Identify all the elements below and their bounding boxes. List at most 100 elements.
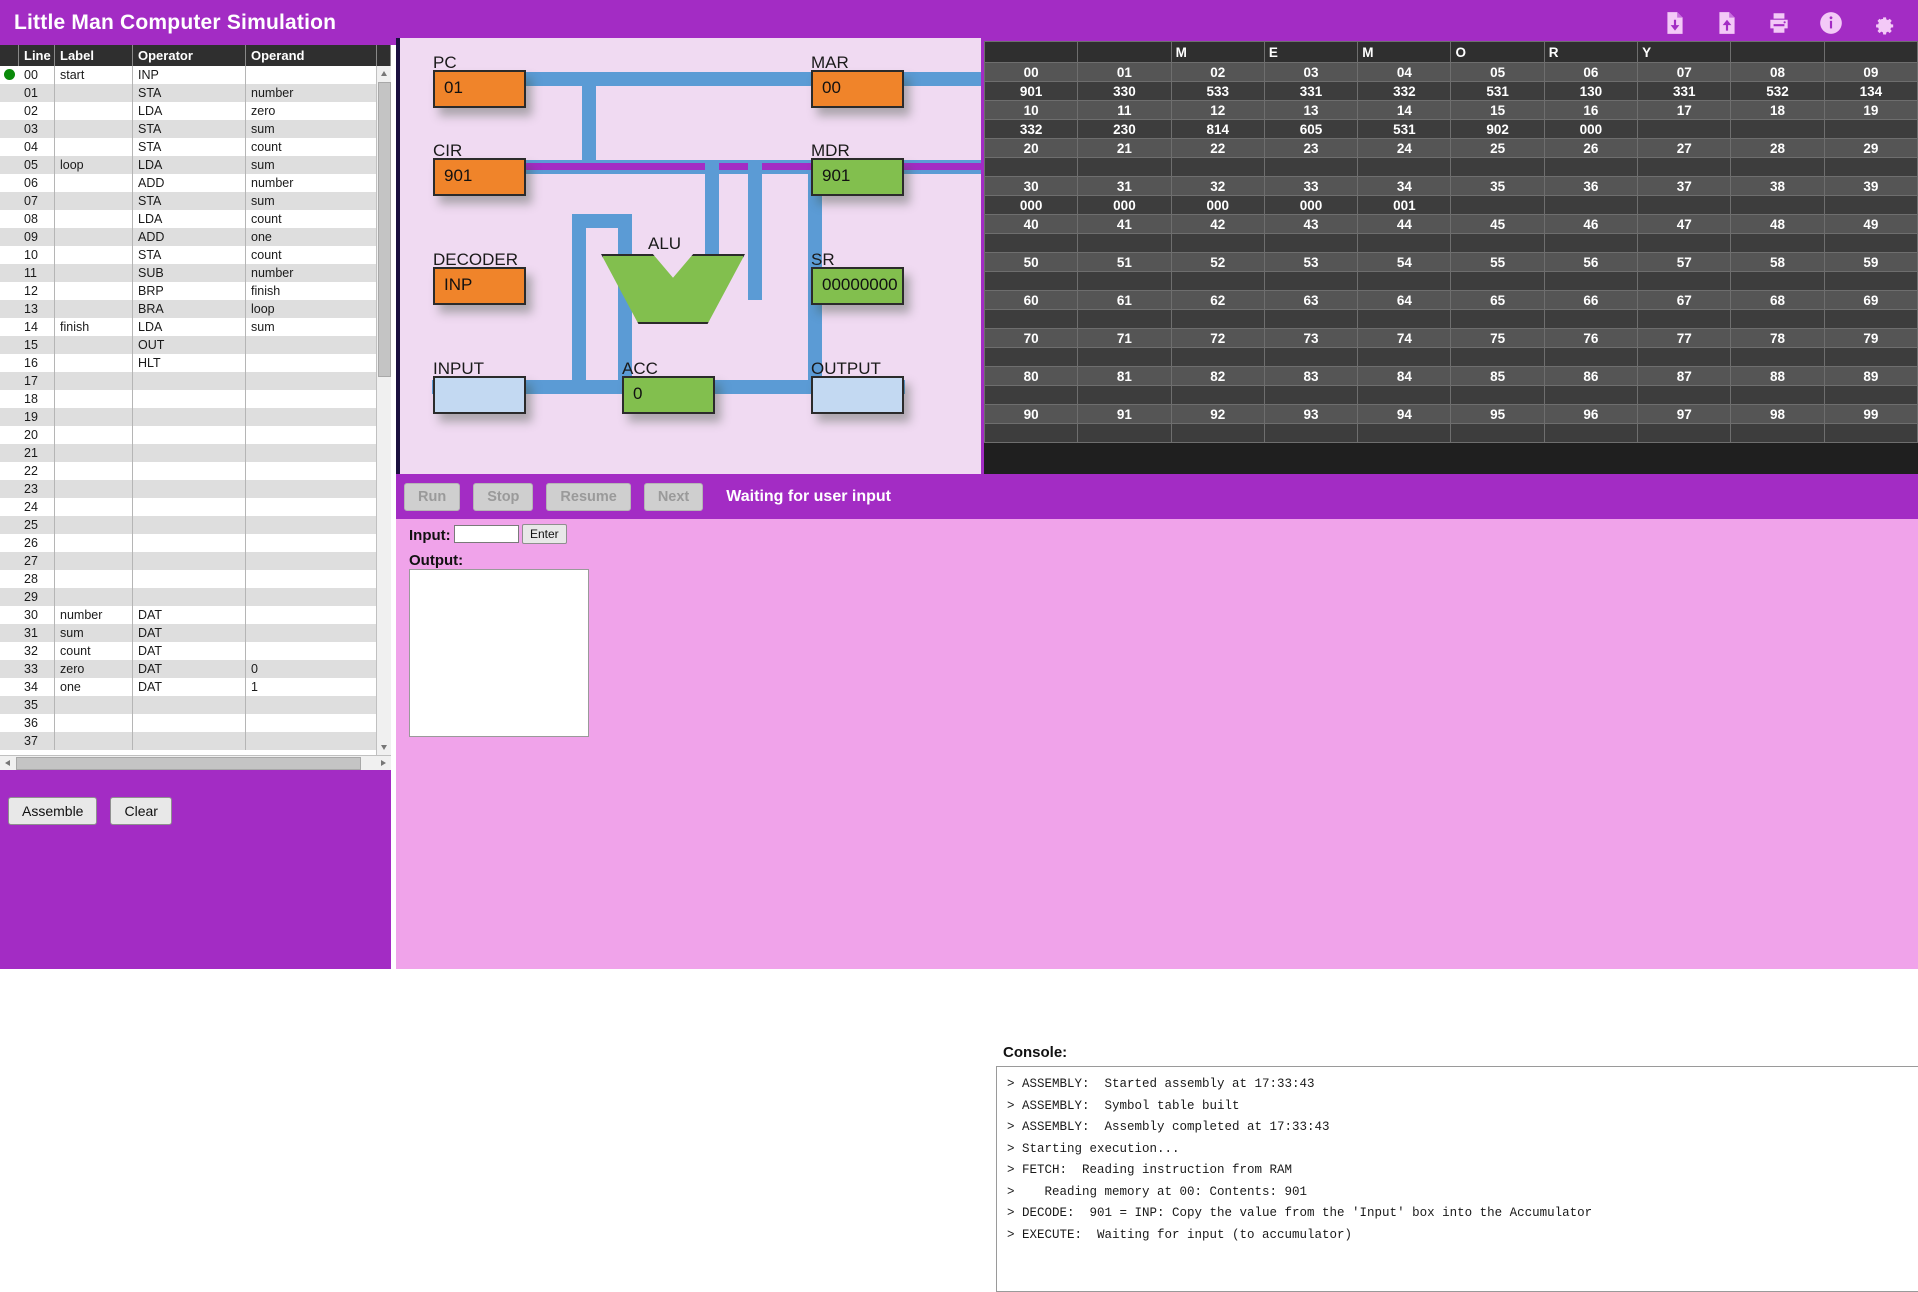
cell-label[interactable] [55,552,133,570]
memory-value-cell[interactable] [1078,234,1171,253]
cell-label[interactable] [55,588,133,606]
cell-label[interactable]: start [55,66,133,84]
cell-line[interactable]: 33 [19,660,55,678]
cell-operator[interactable]: LDA [133,318,246,336]
table-row[interactable]: 16HLT [0,354,391,372]
cell-operator[interactable]: STA [133,246,246,264]
memory-value-cell[interactable] [1824,158,1917,177]
table-row[interactable]: 21 [0,444,391,462]
memory-value-cell[interactable]: 000 [1544,120,1637,139]
memory-value-cell[interactable] [1078,386,1171,405]
memory-value-cell[interactable]: 605 [1264,120,1357,139]
cell-line[interactable]: 10 [19,246,55,264]
memory-value-cell[interactable]: 533 [1171,82,1264,101]
table-row[interactable]: 17 [0,372,391,390]
cell-label[interactable] [55,246,133,264]
cell-operator[interactable]: BRP [133,282,246,300]
cell-line[interactable]: 08 [19,210,55,228]
memory-value-cell[interactable] [1451,386,1544,405]
table-row[interactable]: 08LDAcount [0,210,391,228]
scroll-left-icon[interactable] [0,756,15,771]
cell-line[interactable]: 14 [19,318,55,336]
memory-value-cell[interactable] [1824,196,1917,215]
cell-operator[interactable]: LDA [133,156,246,174]
cell-operator[interactable]: STA [133,192,246,210]
cell-operator[interactable] [133,516,246,534]
cell-operator[interactable]: DAT [133,606,246,624]
memory-value-cell[interactable]: 331 [1638,82,1731,101]
memory-value-cell[interactable] [1731,348,1824,367]
cell-operator[interactable]: OUT [133,336,246,354]
cell-label[interactable] [55,102,133,120]
cell-line[interactable]: 05 [19,156,55,174]
memory-value-cell[interactable] [1544,272,1637,291]
memory-value-cell[interactable] [1264,158,1357,177]
cell-label[interactable] [55,462,133,480]
cell-operand[interactable] [246,696,377,714]
memory-value-cell[interactable] [985,310,1078,329]
memory-value-cell[interactable] [1451,424,1544,443]
cell-line[interactable]: 07 [19,192,55,210]
cell-operator[interactable]: INP [133,66,246,84]
memory-value-cell[interactable] [1824,272,1917,291]
cell-operand[interactable]: one [246,228,377,246]
cell-line[interactable]: 06 [19,174,55,192]
table-row[interactable]: 00startINP [0,66,391,84]
table-row[interactable]: 06ADDnumber [0,174,391,192]
info-icon[interactable] [1818,10,1844,36]
enter-button[interactable]: Enter [522,524,567,544]
memory-value-cell[interactable] [1638,310,1731,329]
cell-line[interactable]: 09 [19,228,55,246]
cell-operator[interactable] [133,462,246,480]
table-row[interactable]: 20 [0,426,391,444]
table-row[interactable]: 28 [0,570,391,588]
run-button[interactable]: Run [404,483,460,511]
memory-value-cell[interactable] [1544,386,1637,405]
memory-value-cell[interactable] [1638,424,1731,443]
memory-value-cell[interactable] [1358,234,1451,253]
program-horizontal-scrollbar[interactable] [0,755,391,770]
cell-label[interactable] [55,732,133,750]
cell-label[interactable] [55,210,133,228]
memory-value-cell[interactable]: 531 [1451,82,1544,101]
cell-label[interactable] [55,354,133,372]
memory-value-cell[interactable]: 000 [985,196,1078,215]
memory-value-cell[interactable] [1451,158,1544,177]
table-row[interactable]: 36 [0,714,391,732]
cell-label[interactable]: finish [55,318,133,336]
cell-label[interactable] [55,714,133,732]
cell-operand[interactable] [246,354,377,372]
stop-button[interactable]: Stop [473,483,533,511]
cell-label[interactable]: zero [55,660,133,678]
cell-operand[interactable] [246,336,377,354]
scroll-right-icon[interactable] [376,756,391,771]
cell-operator[interactable] [133,372,246,390]
print-icon[interactable] [1766,10,1792,36]
table-row[interactable]: 13BRAloop [0,300,391,318]
memory-value-cell[interactable] [1638,348,1731,367]
memory-value-cell[interactable] [1264,310,1357,329]
memory-value-cell[interactable] [1731,196,1824,215]
memory-value-cell[interactable] [1638,196,1731,215]
table-row[interactable]: 30numberDAT [0,606,391,624]
cell-label[interactable] [55,336,133,354]
cell-label[interactable] [55,534,133,552]
memory-value-cell[interactable] [1731,158,1824,177]
cell-operand[interactable]: loop [246,300,377,318]
scrollbar-thumb-vertical[interactable] [378,82,391,377]
memory-value-cell[interactable] [1824,120,1917,139]
gear-icon[interactable] [1870,10,1896,36]
memory-value-cell[interactable] [1264,234,1357,253]
memory-value-cell[interactable] [1171,424,1264,443]
assemble-button[interactable]: Assemble [8,797,97,825]
cell-operator[interactable] [133,426,246,444]
cell-operator[interactable] [133,696,246,714]
cell-operand[interactable] [246,624,377,642]
memory-value-cell[interactable] [1544,310,1637,329]
cell-label[interactable] [55,174,133,192]
table-row[interactable]: 07STAsum [0,192,391,210]
table-row[interactable]: 34oneDAT1 [0,678,391,696]
memory-value-cell[interactable]: 134 [1824,82,1917,101]
table-row[interactable]: 26 [0,534,391,552]
table-row[interactable]: 19 [0,408,391,426]
